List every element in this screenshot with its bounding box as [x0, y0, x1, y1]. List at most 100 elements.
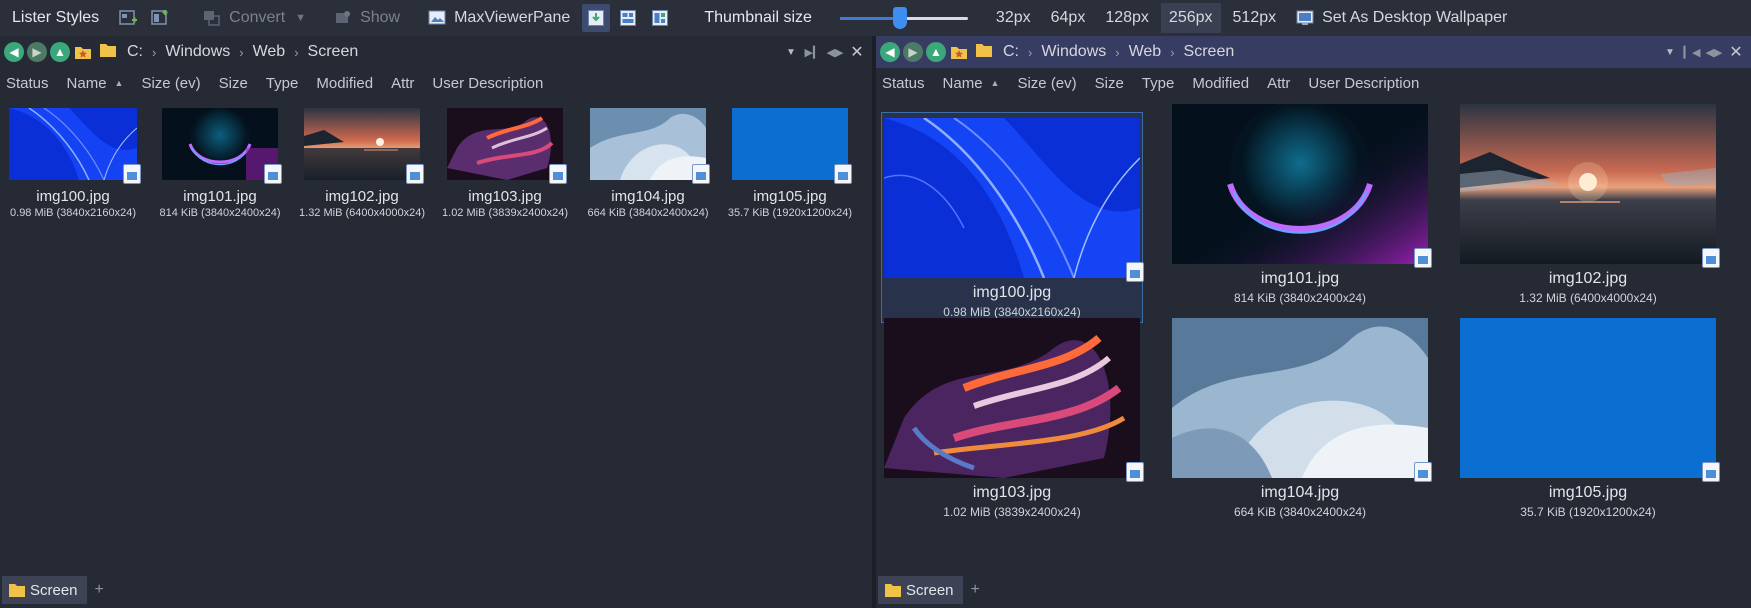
sort-ascending-icon: ▲	[114, 78, 124, 88]
path-dropdown-icon[interactable]: ▼	[780, 47, 802, 58]
left-file-pane: ◀ ▶ ▲ C: › Windows › Web › Screen ▼ ▶▎ ◀…	[0, 36, 872, 572]
breadcrumb-drive[interactable]: C:	[127, 43, 143, 61]
lister-styles-menu[interactable]: Lister Styles	[12, 9, 99, 27]
breadcrumb-screen[interactable]: Screen	[308, 43, 359, 61]
file-tile-img103[interactable]: img103.jpg 1.02 MiB (3839x2400x24)	[884, 318, 1146, 519]
chevron-right-icon[interactable]: ›	[294, 45, 298, 60]
size-option-64px[interactable]: 64px	[1043, 3, 1094, 33]
file-name: img103.jpg	[972, 484, 1052, 501]
file-tile-img104[interactable]: img104.jpg 664 KiB (3840x2400x24)	[580, 108, 716, 219]
column-status[interactable]: Status	[6, 75, 49, 92]
thumbnail-img103	[447, 108, 563, 180]
column-user-description[interactable]: User Description	[1308, 75, 1419, 92]
thumbnail-view-toggle[interactable]	[582, 4, 611, 32]
max-viewer-pane-button[interactable]: MaxViewerPane	[420, 4, 576, 32]
back-arrow-icon[interactable]: ◀	[4, 42, 24, 62]
file-tile-img105[interactable]: img105.jpg 35.7 KiB (1920x1200x24)	[722, 108, 858, 219]
column-name[interactable]: Name ▲	[943, 75, 1000, 92]
back-arrow-icon[interactable]: ◀	[880, 42, 900, 62]
file-name: img105.jpg	[1548, 484, 1628, 501]
file-tile-img101[interactable]: img101.jpg 814 KiB (3840x2400x24)	[1172, 104, 1434, 305]
tab-label: Screen	[906, 581, 954, 599]
dual-lister-icon[interactable]	[149, 7, 171, 29]
up-arrow-icon[interactable]: ▲	[926, 42, 946, 62]
slider-thumb[interactable]	[893, 7, 908, 29]
column-size[interactable]: Size	[219, 75, 248, 92]
file-tile-img100[interactable]: img100.jpg 0.98 MiB (3840x2160x24)	[5, 108, 141, 219]
tab-label: Screen	[30, 581, 78, 599]
plus-icon[interactable]: +	[971, 581, 980, 599]
column-size-ev[interactable]: Size (ev)	[1017, 75, 1076, 92]
file-tile-img100[interactable]: img100.jpg 0.98 MiB (3840x2160x24)	[881, 112, 1146, 323]
chevron-down-icon[interactable]: ▼	[295, 12, 306, 24]
size-option-512px[interactable]: 512px	[1225, 3, 1285, 33]
chevron-right-icon[interactable]: ›	[1170, 45, 1174, 60]
column-attr[interactable]: Attr	[391, 75, 414, 92]
left-thumbnail-grid: img100.jpg 0.98 MiB (3840x2160x24) img10…	[0, 98, 872, 540]
chevron-right-icon[interactable]: ›	[152, 45, 156, 60]
lock-pane-icon[interactable]: ▎◀	[1681, 42, 1703, 62]
folder-tab-screen[interactable]: Screen	[878, 576, 963, 604]
size-option-128px[interactable]: 128px	[1097, 3, 1157, 33]
column-user-description[interactable]: User Description	[432, 75, 543, 92]
file-meta: 0.98 MiB (3840x2160x24)	[943, 305, 1081, 319]
column-type[interactable]: Type	[1142, 75, 1175, 92]
thumbnail-size-label: Thumbnail size	[704, 9, 812, 26]
file-name: img100.jpg	[36, 188, 110, 205]
file-meta: 35.7 KiB (1920x1200x24)	[1520, 505, 1656, 519]
right-file-pane: ◀ ▶ ▲ C: › Windows › Web › Screen ▼ ▎◀ ◀…	[876, 36, 1751, 572]
details-view-toggle[interactable]	[614, 4, 642, 32]
column-name[interactable]: Name ▲	[67, 75, 124, 92]
file-tile-img104[interactable]: img104.jpg 664 KiB (3840x2400x24)	[1172, 318, 1434, 519]
file-tile-img102[interactable]: img102.jpg 1.32 MiB (6400x4000x24)	[1460, 104, 1722, 305]
jpg-file-icon	[1414, 462, 1432, 482]
show-button[interactable]: Show	[326, 4, 406, 32]
file-tile-img105[interactable]: img105.jpg 35.7 KiB (1920x1200x24)	[1460, 318, 1722, 519]
details-view-icon	[620, 10, 637, 26]
column-size[interactable]: Size	[1095, 75, 1124, 92]
column-modified[interactable]: Modified	[316, 75, 373, 92]
star-folder-icon[interactable]	[73, 42, 93, 62]
chevron-right-icon[interactable]: ›	[1115, 45, 1119, 60]
size-option-256px[interactable]: 256px	[1160, 3, 1221, 33]
layout-view-toggle[interactable]	[646, 4, 674, 32]
breadcrumb-windows[interactable]: Windows	[165, 43, 230, 61]
breadcrumb-windows[interactable]: Windows	[1041, 43, 1106, 61]
jpg-file-icon	[1702, 462, 1720, 482]
close-icon[interactable]: ✕	[846, 42, 868, 62]
up-arrow-icon[interactable]: ▲	[50, 42, 70, 62]
column-attr[interactable]: Attr	[1267, 75, 1290, 92]
plus-icon[interactable]: +	[95, 581, 104, 599]
folder-icon	[8, 583, 26, 598]
breadcrumb-web[interactable]: Web	[253, 43, 286, 61]
thumbnail-size-slider[interactable]	[839, 4, 968, 32]
file-tile-img103[interactable]: img103.jpg 1.02 MiB (3839x2400x24)	[437, 108, 573, 219]
column-type[interactable]: Type	[266, 75, 299, 92]
breadcrumb-screen[interactable]: Screen	[1184, 43, 1235, 61]
folder-tab-screen[interactable]: Screen	[2, 576, 87, 604]
main-toolbar: Lister Styles Convert ▼ Show MaxViewerPa…	[0, 0, 1751, 36]
column-size-ev[interactable]: Size (ev)	[141, 75, 200, 92]
set-desktop-wallpaper-button[interactable]: Set As Desktop Wallpaper	[1288, 4, 1513, 32]
swap-panes-icon[interactable]: ◀▶	[824, 42, 846, 62]
breadcrumb-drive[interactable]: C:	[1003, 43, 1019, 61]
new-lister-icon[interactable]	[117, 7, 139, 29]
chevron-right-icon[interactable]: ›	[239, 45, 243, 60]
file-tile-img101[interactable]: img101.jpg 814 KiB (3840x2400x24)	[152, 108, 288, 219]
convert-button[interactable]: Convert ▼	[195, 4, 312, 32]
forward-arrow-icon[interactable]: ▶	[27, 42, 47, 62]
star-folder-icon[interactable]	[949, 42, 969, 62]
breadcrumb-web[interactable]: Web	[1129, 43, 1162, 61]
column-modified[interactable]: Modified	[1192, 75, 1249, 92]
path-dropdown-icon[interactable]: ▼	[1659, 47, 1681, 58]
close-icon[interactable]: ✕	[1725, 42, 1747, 62]
swap-panes-icon[interactable]: ◀▶	[1703, 42, 1725, 62]
folder-icon	[884, 583, 902, 598]
column-status[interactable]: Status	[882, 75, 925, 92]
forward-arrow-icon[interactable]: ▶	[903, 42, 923, 62]
file-tile-img102[interactable]: img102.jpg 1.32 MiB (6400x4000x24)	[294, 108, 430, 219]
size-option-32px[interactable]: 32px	[988, 3, 1039, 33]
lock-pane-icon[interactable]: ▶▎	[802, 42, 824, 62]
chevron-right-icon[interactable]: ›	[1028, 45, 1032, 60]
file-name: img103.jpg	[468, 188, 542, 205]
